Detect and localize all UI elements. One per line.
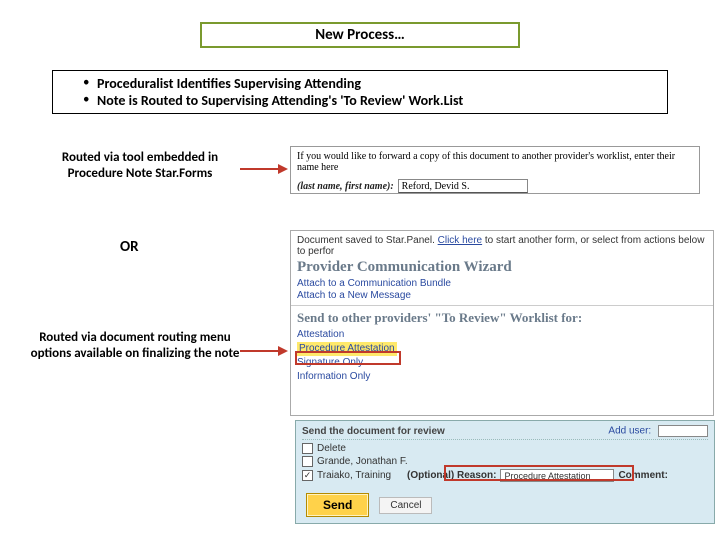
send-options: Attestation Procedure Attestation Signat… (291, 328, 713, 390)
checkbox[interactable]: ✓ (302, 470, 313, 481)
attach-bundle-link[interactable]: Attach to a Communication Bundle (297, 278, 707, 289)
checkbox[interactable] (302, 456, 313, 467)
option-attestation[interactable]: Attestation (297, 328, 707, 342)
checkbox[interactable] (302, 443, 313, 454)
title-box: New Process… (200, 22, 520, 48)
title-text: New Process… (315, 26, 405, 44)
option-information-only[interactable]: Information Only (297, 370, 707, 384)
row-name: Delete (317, 443, 346, 454)
click-here-link[interactable]: Click here (438, 235, 482, 246)
wizard-title: Provider Communication Wizard (297, 259, 707, 276)
bullet-dot: • (83, 92, 97, 107)
option-procedure-attestation[interactable]: Procedure Attestation (297, 342, 397, 356)
or-label: OR (120, 238, 139, 256)
arrow-icon (240, 168, 280, 170)
option-signature-only[interactable]: Signature Only (297, 356, 707, 370)
bullet-text: Note is Routed to Supervising Attending'… (97, 92, 463, 109)
row-name: Traiako, Training (317, 470, 403, 481)
add-user-label: Add user: (608, 426, 651, 437)
bullet-row: • Note is Routed to Supervising Attendin… (83, 92, 657, 109)
bullets-box: • Proceduralist Identifies Supervising A… (52, 70, 668, 114)
comment-label: Comment: (618, 470, 667, 481)
review-panel: Send the document for review Add user: D… (295, 420, 715, 524)
bullet-dot: • (83, 75, 97, 90)
review-header: Send the document for review (302, 426, 445, 437)
arrow-icon (240, 350, 280, 352)
review-row: Grande, Jonathan F. (302, 455, 708, 468)
add-user: Add user: (608, 425, 708, 437)
review-row: ✓ Traiako, Training (Optional) Reason: P… (302, 468, 708, 483)
forward-name-input[interactable]: Reford, Devid S. (398, 179, 528, 193)
caption-embedded-tool: Routed via tool embedded in Procedure No… (40, 150, 240, 181)
reason-select[interactable]: Procedure Attestation (500, 469, 614, 482)
review-row: Delete (302, 442, 708, 455)
send-button[interactable]: Send (306, 493, 369, 517)
saved-prefix: Document saved to Star.Panel. (297, 235, 438, 246)
wizard-panel: Document saved to Star.Panel. Click here… (290, 230, 714, 416)
row-name: Grande, Jonathan F. (317, 456, 408, 467)
attach-message-link[interactable]: Attach to a New Message (297, 290, 707, 301)
add-user-input[interactable] (658, 425, 708, 437)
forward-instruction: If you would like to forward a copy of t… (297, 151, 693, 173)
caption-document-routing: Routed via document routing menu options… (30, 330, 240, 361)
cancel-button[interactable]: Cancel (379, 497, 432, 514)
bullet-text: Proceduralist Identifies Supervising Att… (97, 75, 361, 92)
forward-panel: If you would like to forward a copy of t… (290, 146, 700, 194)
forward-label: (last name, first name): (297, 181, 394, 192)
send-header: Send to other providers' "To Review" Wor… (291, 306, 713, 328)
saved-message: Document saved to Star.Panel. Click here… (297, 235, 707, 257)
bullet-row: • Proceduralist Identifies Supervising A… (83, 75, 657, 92)
optional-reason-label: (Optional) Reason: (407, 470, 496, 481)
